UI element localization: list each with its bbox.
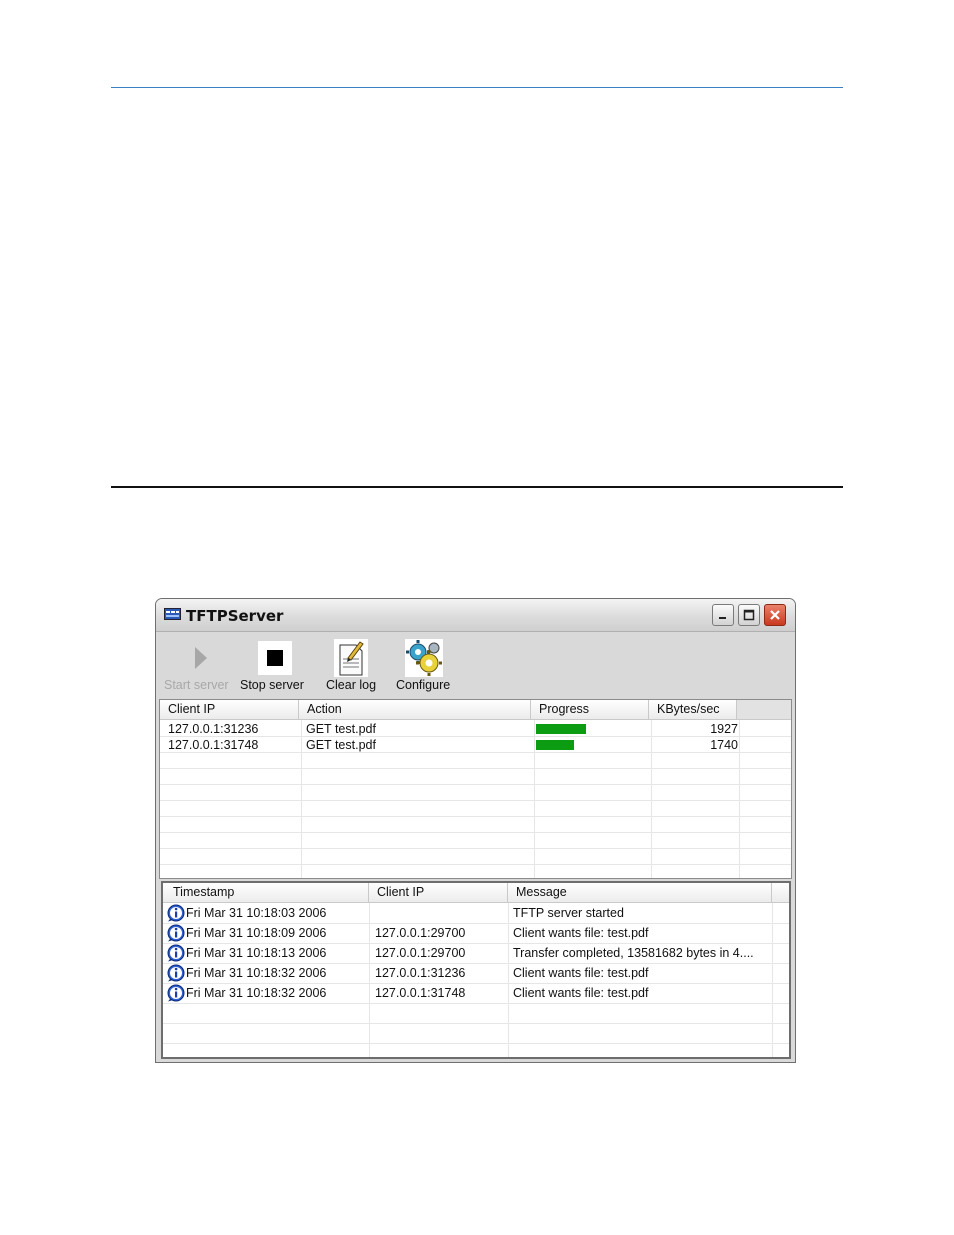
- grid-line: [160, 848, 791, 849]
- header-filler: [737, 700, 791, 719]
- col-action[interactable]: Action: [299, 700, 531, 719]
- maximize-icon: [743, 609, 755, 621]
- clear-log-button[interactable]: Clear log: [320, 635, 380, 695]
- minimize-button[interactable]: [712, 604, 734, 626]
- grid-line: [160, 832, 791, 833]
- log-table[interactable]: Timestamp Client IP Message Fri Mar 31 1…: [161, 881, 791, 1059]
- message-cell: TFTP server started: [513, 906, 624, 920]
- message-cell: Client wants file: test.pdf: [513, 966, 649, 980]
- col-kbytes-sec[interactable]: KBytes/sec: [649, 700, 737, 719]
- kbytes-cell: 1740: [710, 738, 738, 752]
- section-rule: [111, 486, 843, 488]
- grid-line: [160, 816, 791, 817]
- log-client-ip-cell: 127.0.0.1:31748: [375, 986, 466, 1000]
- info-icon: [167, 984, 185, 1002]
- client-ip-cell: 127.0.0.1:31748: [168, 738, 259, 752]
- kbytes-cell: 1927: [710, 722, 738, 736]
- message-cell: Client wants file: test.pdf: [513, 986, 649, 1000]
- configure-button[interactable]: Configure: [392, 635, 456, 695]
- clear-log-label: Clear log: [326, 678, 377, 692]
- info-icon: [167, 964, 185, 982]
- grid-line: [163, 1023, 789, 1024]
- log-client-ip-cell: 127.0.0.1:29700: [375, 946, 466, 960]
- message-cell: Transfer completed, 13581682 bytes in 4.…: [513, 946, 754, 960]
- minimize-icon: [719, 617, 726, 619]
- log-header: Timestamp Client IP Message: [163, 883, 789, 903]
- window-title: TFTPServer: [186, 607, 284, 625]
- timestamp-cell: Fri Mar 31 10:18:32 2006: [186, 986, 327, 1000]
- stop-server-label: Stop server: [240, 678, 304, 692]
- grid-line: [163, 963, 789, 964]
- grid-line: [508, 903, 509, 1057]
- configure-gears-icon: [405, 639, 443, 677]
- grid-line: [160, 784, 791, 785]
- progress-bar: [536, 740, 574, 750]
- grid-line: [160, 800, 791, 801]
- grid-line: [160, 864, 791, 865]
- configure-label: Configure: [396, 678, 451, 692]
- client-ip-cell: 127.0.0.1:31236: [168, 722, 259, 736]
- info-icon: [167, 904, 185, 922]
- info-icon: [167, 944, 185, 962]
- grid-line: [772, 903, 773, 1057]
- timestamp-cell: Fri Mar 31 10:18:32 2006: [186, 966, 327, 980]
- grid-line: [163, 1003, 789, 1004]
- clear-log-icon: [334, 639, 368, 677]
- start-server-label: Start server: [164, 678, 229, 692]
- play-icon: [195, 647, 207, 669]
- grid-line: [160, 768, 791, 769]
- transfers-table[interactable]: Client IP Action Progress KBytes/sec 127…: [159, 699, 792, 879]
- header-rule: [111, 87, 843, 88]
- progress-bar: [536, 724, 586, 734]
- stop-server-button[interactable]: Stop server: [238, 635, 310, 695]
- col-timestamp[interactable]: Timestamp: [163, 883, 369, 902]
- app-icon: [164, 608, 181, 620]
- timestamp-cell: Fri Mar 31 10:18:13 2006: [186, 946, 327, 960]
- info-icon: [167, 924, 185, 942]
- log-client-ip-cell: 127.0.0.1:29700: [375, 926, 466, 940]
- stop-icon: [258, 641, 292, 675]
- toolbar: Start server Stop server Clear log Confi…: [160, 635, 790, 697]
- title-bar[interactable]: TFTPServer: [156, 599, 795, 632]
- timestamp-cell: Fri Mar 31 10:18:09 2006: [186, 926, 327, 940]
- grid-line: [163, 1043, 789, 1044]
- maximize-button[interactable]: [738, 604, 760, 626]
- tftp-server-window: TFTPServer Start server Stop server Clea…: [155, 598, 796, 1063]
- close-icon: [770, 610, 780, 620]
- action-cell: GET test.pdf: [306, 722, 376, 736]
- start-server-button[interactable]: Start server: [162, 635, 234, 695]
- close-button[interactable]: [764, 604, 786, 626]
- action-cell: GET test.pdf: [306, 738, 376, 752]
- col-log-client-ip[interactable]: Client IP: [369, 883, 508, 902]
- col-client-ip[interactable]: Client IP: [160, 700, 299, 719]
- grid-line: [163, 943, 789, 944]
- timestamp-cell: Fri Mar 31 10:18:03 2006: [186, 906, 327, 920]
- col-progress[interactable]: Progress: [531, 700, 649, 719]
- log-client-ip-cell: 127.0.0.1:31236: [375, 966, 466, 980]
- message-cell: Client wants file: test.pdf: [513, 926, 649, 940]
- grid-line: [369, 903, 370, 1057]
- grid-line: [163, 983, 789, 984]
- grid-line: [163, 923, 789, 924]
- col-message[interactable]: Message: [508, 883, 772, 902]
- transfers-header: Client IP Action Progress KBytes/sec: [160, 700, 791, 720]
